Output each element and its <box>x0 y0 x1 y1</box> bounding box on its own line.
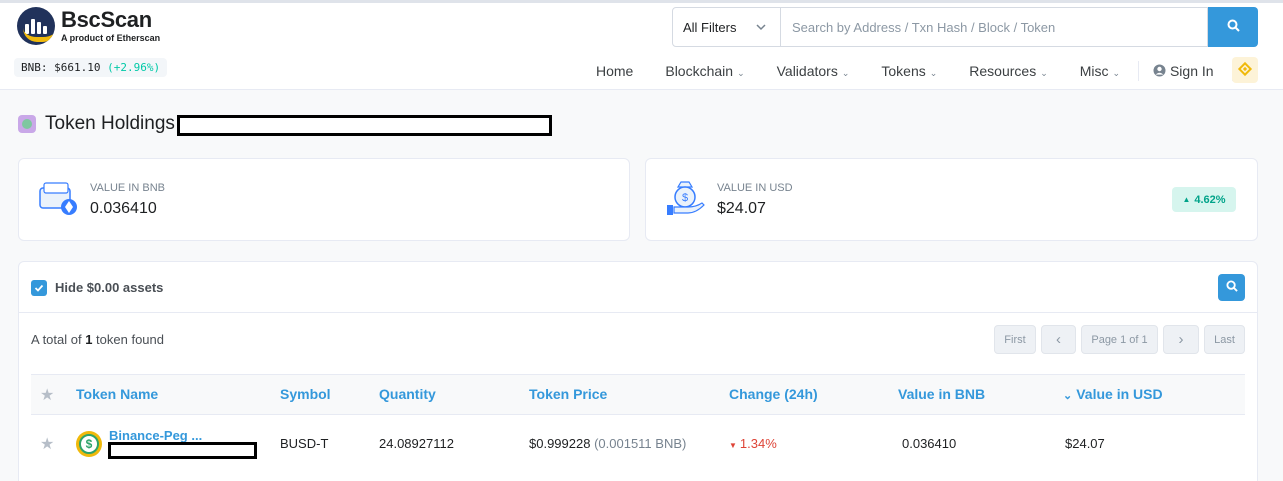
svg-text:$: $ <box>682 192 688 204</box>
col-token-price[interactable]: Token Price <box>529 386 607 402</box>
value-bnb: 0.036410 <box>90 200 157 217</box>
search-filter-select[interactable]: All Filters <box>672 7 781 47</box>
chevron-down-icon <box>756 22 766 34</box>
nav-tokens[interactable]: Tokens ⌄ <box>881 63 937 79</box>
brand-tagline: A product of Etherscan <box>61 33 161 43</box>
col-change[interactable]: Change (24h) <box>729 386 818 402</box>
pagination-last[interactable]: Last <box>1204 325 1245 354</box>
brand-name: BscScan <box>61 7 152 32</box>
star-icon[interactable]: ★ <box>40 385 54 405</box>
bnb-diamond-icon <box>1237 61 1253 80</box>
token-name-link[interactable]: Binance-Peg ... <box>109 428 202 443</box>
search-button[interactable] <box>1208 7 1258 47</box>
value-usd: $24.07 <box>717 200 766 217</box>
holdings-search-button[interactable] <box>1218 274 1245 301</box>
col-quantity[interactable]: Quantity <box>379 386 436 402</box>
search-icon <box>1227 19 1240 35</box>
pagination-next[interactable]: › <box>1163 325 1199 354</box>
token-change-value: 1.34% <box>739 436 777 451</box>
coin-icon: $ <box>76 431 102 457</box>
chevron-down-icon: ⌄ <box>929 68 938 78</box>
redacted-token-address <box>108 442 257 459</box>
token-value-bnb: 0.036410 <box>902 436 957 451</box>
nav-sign-in[interactable]: Sign In <box>1153 62 1214 80</box>
chevron-down-icon: ⌄ <box>841 68 850 78</box>
col-value-usd: Value in USD <box>1076 386 1163 402</box>
nav-home[interactable]: Home <box>596 63 633 79</box>
nav-sign-in-label: Sign In <box>1169 62 1214 79</box>
wallet-icon <box>39 180 79 221</box>
value-change-badge: ▲ 4.62% <box>1172 187 1236 212</box>
check-icon <box>34 281 44 296</box>
nav-divider <box>1138 61 1140 81</box>
col-value-usd-sort[interactable]: ⌄ Value in USD <box>1063 386 1163 402</box>
bnb-price-badge: BNB: $661.10 (+2.96%) <box>14 58 168 77</box>
search-filter-label: All Filters <box>683 19 737 35</box>
total-count-text: A total of 1 token found <box>31 332 164 347</box>
nav-blockchain-label: Blockchain <box>665 63 734 79</box>
col-token-name[interactable]: Token Name <box>76 386 158 402</box>
token-price-usd: $0.999228 <box>529 436 591 451</box>
search-bar: All Filters <box>672 7 1258 47</box>
chevron-down-icon: ⌄ <box>1112 68 1121 78</box>
chevron-down-icon: ⌄ <box>737 68 745 78</box>
token-value-usd: $24.07 <box>1065 436 1105 451</box>
chevron-down-icon: ⌄ <box>1040 68 1048 78</box>
token-icon <box>18 115 36 133</box>
nav-blockchain[interactable]: Blockchain ⌄ <box>665 63 744 79</box>
token-change: ▼ 1.34% <box>729 436 777 451</box>
site-header: BscScan A product of Etherscan BNB: $661… <box>0 0 1283 90</box>
site-logo[interactable]: BscScan A product of Etherscan <box>17 7 160 45</box>
token-quantity: 24.08927112 <box>379 436 454 451</box>
total-suffix: token found <box>92 332 164 347</box>
nav-misc-label: Misc <box>1079 63 1109 79</box>
value-usd-card: $ VALUE IN USD $24.07 <box>645 158 1258 241</box>
nav-resources-label: Resources <box>969 63 1037 79</box>
sort-down-icon: ⌄ <box>1063 390 1073 402</box>
page-title-block: Token Holdings <box>18 113 175 135</box>
logo-icon <box>17 7 55 45</box>
pagination-prev[interactable]: ‹ <box>1041 325 1076 354</box>
search-input[interactable] <box>781 7 1208 47</box>
search-icon <box>1225 280 1238 295</box>
caret-down-icon: ▼ <box>729 441 737 450</box>
nav-tokens-label: Tokens <box>881 63 926 79</box>
page-title: Token Holdings <box>45 113 175 134</box>
token-price: $0.999228 (0.001511 BNB) <box>529 436 686 451</box>
nav-home-label: Home <box>596 63 634 79</box>
redacted-address <box>177 115 552 136</box>
card-divider <box>19 312 1257 313</box>
money-bag-icon: $ <box>666 177 708 224</box>
nav-validators[interactable]: Validators ⌄ <box>777 63 850 79</box>
pagination-page-indicator: Page 1 of 1 <box>1081 325 1158 354</box>
user-circle-icon <box>1153 64 1166 80</box>
col-value-bnb[interactable]: Value in BNB <box>898 386 985 402</box>
total-prefix: A total of <box>31 332 86 347</box>
main-nav: Home Blockchain ⌄ Validators ⌄ Tokens ⌄ Res… <box>580 61 1235 81</box>
value-change: 4.62% <box>1194 193 1226 206</box>
caret-up-icon: ▲ <box>1182 195 1191 204</box>
value-bnb-label: VALUE IN BNB <box>90 182 165 194</box>
col-symbol[interactable]: Symbol <box>280 386 331 402</box>
token-price-bnb: (0.001511 BNB) <box>594 436 687 451</box>
token-symbol: BUSD-T <box>280 436 329 451</box>
hide-zero-label[interactable]: Hide $0.00 assets <box>55 280 163 295</box>
nav-resources[interactable]: Resources ⌄ <box>969 63 1047 79</box>
bnb-price: BNB: $661.10 <box>21 61 101 74</box>
hide-zero-checkbox[interactable] <box>31 280 47 296</box>
nav-validators-label: Validators <box>776 63 838 79</box>
network-switch-button[interactable] <box>1232 57 1258 83</box>
star-icon[interactable]: ★ <box>40 434 54 454</box>
pagination-first[interactable]: First <box>994 325 1036 354</box>
value-bnb-card: VALUE IN BNB 0.036410 <box>18 158 630 241</box>
bnb-price-change: (+2.96%) <box>107 61 161 74</box>
value-usd-label: VALUE IN USD <box>717 182 793 194</box>
nav-misc[interactable]: Misc ⌄ <box>1080 63 1120 79</box>
